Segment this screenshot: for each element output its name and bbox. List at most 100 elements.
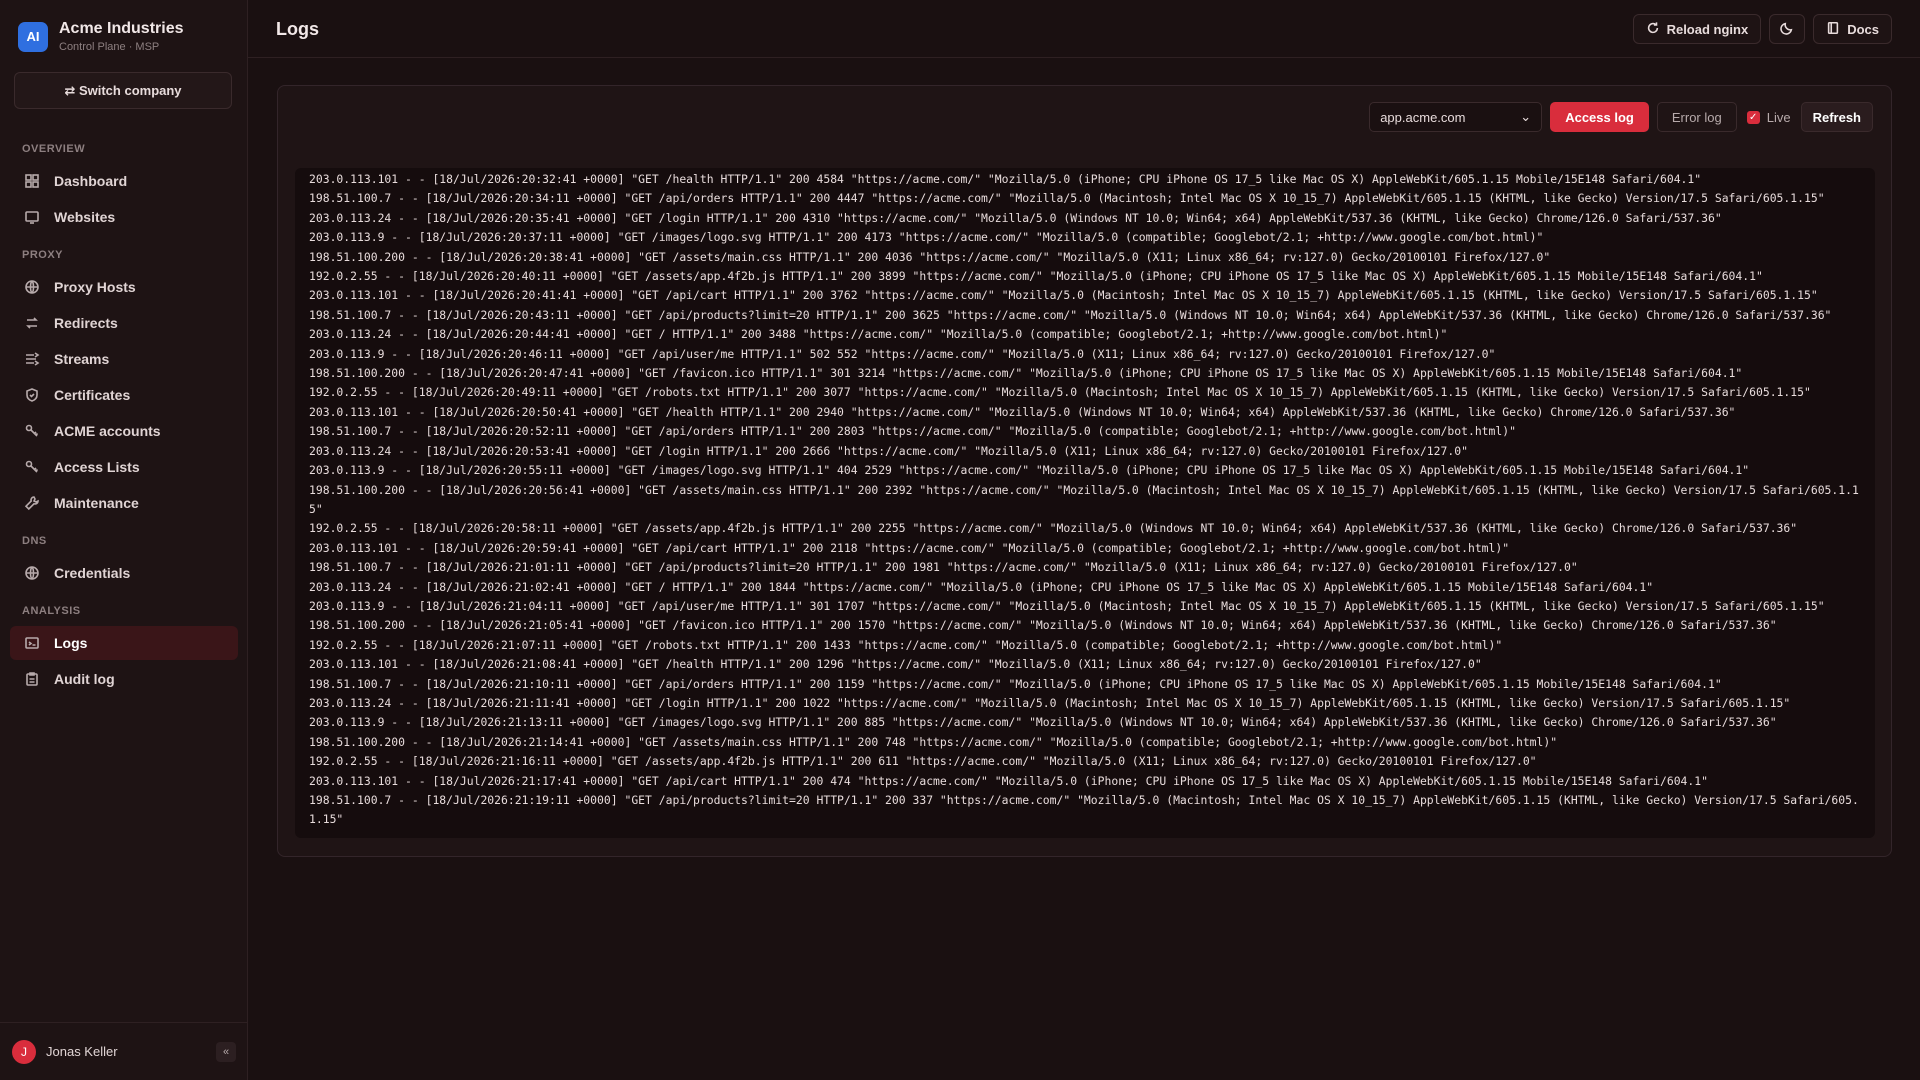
sidebar-item-label: Redirects — [54, 315, 118, 331]
sidebar-item-dashboard[interactable]: Dashboard — [10, 164, 238, 198]
sidebar-item-credentials[interactable]: Credentials — [10, 556, 238, 590]
log-line: 198.51.100.7 - - [18/Jul/2026:20:52:11 +… — [309, 424, 1516, 439]
log-line: 203.0.113.101 - - [18/Jul/2026:20:41:41 … — [309, 288, 1818, 303]
terminal-icon — [24, 635, 40, 651]
avatar: J — [12, 1039, 36, 1064]
brand: AI Acme Industries Control Plane · MSP — [18, 20, 183, 53]
log-line: 198.51.100.7 - - [18/Jul/2026:20:34:11 +… — [309, 191, 1825, 206]
log-line: 198.51.100.200 - - [18/Jul/2026:20:38:41… — [309, 249, 1551, 264]
theme-toggle-button[interactable] — [1769, 14, 1806, 44]
log-line: 203.0.113.101 - - [18/Jul/2026:21:08:41 … — [309, 657, 1482, 672]
sidebar-item-label: Certificates — [54, 387, 131, 403]
streams-icon — [24, 351, 40, 367]
sidebar-item-websites[interactable]: Websites — [10, 200, 238, 234]
log-line: 203.0.113.9 - - [18/Jul/2026:21:13:11 +0… — [309, 715, 1777, 730]
log-line: 192.0.2.55 - - [18/Jul/2026:21:07:11 +00… — [309, 637, 1503, 652]
log-line: 198.51.100.200 - - [18/Jul/2026:21:14:41… — [309, 734, 1558, 749]
sidebar-item-audit-log[interactable]: Audit log — [10, 662, 238, 696]
sidebar-item-label: Streams — [54, 351, 110, 367]
log-line: 203.0.113.101 - - [18/Jul/2026:20:50:41 … — [309, 404, 1736, 419]
top-actions: Reload nginx Docs — [1632, 14, 1892, 44]
sidebar-item-logs[interactable]: Logs — [10, 626, 238, 660]
sidebar-item-label: Logs — [54, 635, 88, 651]
company-name: Acme Industries — [59, 20, 184, 37]
log-line: 203.0.113.101 - - [18/Jul/2026:20:59:41 … — [309, 540, 1510, 555]
log-line: 203.0.113.9 - - [18/Jul/2026:20:37:11 +0… — [309, 230, 1544, 245]
site-select-value: app.acme.com — [1380, 109, 1466, 125]
websites-icon — [24, 209, 40, 225]
sidebar-item-maintenance[interactable]: Maintenance — [10, 486, 238, 520]
chevron-down-icon: ⌄ — [1520, 109, 1532, 124]
company-subtitle: Control Plane · MSP — [59, 41, 160, 53]
brand-text: Acme Industries Control Plane · MSP — [59, 20, 183, 53]
log-line: 192.0.2.55 - - [18/Jul/2026:20:58:11 +00… — [309, 521, 1798, 536]
user-name: Jonas Keller — [46, 1044, 118, 1059]
sidebar: AI Acme Industries Control Plane · MSP ⇄… — [0, 0, 248, 1080]
access-log-tab[interactable]: Access log — [1550, 102, 1649, 132]
sidebar-item-label: Proxy Hosts — [54, 279, 136, 295]
sidebar-item-proxy-hosts[interactable]: Proxy Hosts — [10, 270, 238, 304]
live-toggle[interactable]: ✓ Live — [1745, 110, 1793, 125]
sidebar-item-redirects[interactable]: Redirects — [10, 306, 238, 340]
sidebar-item-label: Access Lists — [54, 459, 140, 475]
sidebar-item-label: Dashboard — [54, 173, 128, 189]
sidebar-item-label: Maintenance — [54, 495, 139, 511]
log-line: 203.0.113.24 - - [18/Jul/2026:21:11:41 +… — [309, 695, 1791, 710]
docs-button[interactable]: Docs — [1813, 14, 1892, 44]
sidebar-item-acme-accounts[interactable]: ACME accounts — [10, 414, 238, 448]
refresh-button[interactable]: Refresh — [1800, 102, 1873, 132]
log-line: 198.51.100.7 - - [18/Jul/2026:21:19:11 +… — [309, 793, 1859, 827]
log-line: 198.51.100.200 - - [18/Jul/2026:20:56:41… — [309, 482, 1859, 516]
reload-nginx-label: Reload nginx — [1666, 21, 1749, 37]
moon-icon — [1780, 21, 1794, 38]
log-line: 198.51.100.7 - - [18/Jul/2026:21:01:11 +… — [309, 560, 1578, 575]
nav-section-dns: DNS — [22, 535, 47, 547]
log-line: 198.51.100.200 - - [18/Jul/2026:21:05:41… — [309, 618, 1777, 633]
nav-section-analysis: ANALYSIS — [22, 605, 81, 617]
log-line: 203.0.113.9 - - [18/Jul/2026:21:04:11 +0… — [309, 598, 1825, 613]
docs-label: Docs — [1847, 21, 1879, 37]
book-icon — [1826, 21, 1840, 38]
reload-nginx-button[interactable]: Reload nginx — [1632, 14, 1762, 44]
user-bar[interactable]: J Jonas Keller « — [0, 1022, 248, 1080]
shield-icon — [24, 387, 40, 403]
globe-icon — [24, 279, 40, 295]
log-line: 198.51.100.7 - - [18/Jul/2026:21:10:11 +… — [309, 676, 1722, 691]
nav-section-proxy: PROXY — [22, 249, 64, 261]
log-toolbar: app.acme.com ⌄ Access log Error log ✓ Li… — [1369, 102, 1873, 132]
log-line: 198.51.100.7 - - [18/Jul/2026:20:43:11 +… — [309, 307, 1832, 322]
sidebar-item-label: ACME accounts — [54, 423, 161, 439]
key-icon — [24, 459, 40, 475]
site-select[interactable]: app.acme.com ⌄ — [1369, 102, 1543, 132]
log-line: 203.0.113.9 - - [18/Jul/2026:20:55:11 +0… — [309, 463, 1750, 478]
collapse-sidebar-button[interactable]: « — [216, 1042, 236, 1062]
log-line: 198.51.100.200 - - [18/Jul/2026:20:47:41… — [309, 366, 1743, 381]
live-checkbox[interactable]: ✓ — [1746, 110, 1760, 124]
log-line: 203.0.113.24 - - [18/Jul/2026:20:53:41 +… — [309, 443, 1468, 458]
log-output[interactable]: 203.0.113.101 - - [18/Jul/2026:20:32:41 … — [295, 168, 1875, 838]
sidebar-item-label: Audit log — [54, 671, 115, 687]
sidebar-item-certificates[interactable]: Certificates — [10, 378, 238, 412]
live-label: Live — [1766, 109, 1791, 125]
log-line: 192.0.2.55 - - [18/Jul/2026:20:40:11 +00… — [309, 269, 1763, 284]
globe-icon — [24, 565, 40, 581]
sidebar-item-label: Websites — [54, 209, 116, 225]
log-line: 203.0.113.9 - - [18/Jul/2026:20:46:11 +0… — [309, 346, 1496, 361]
key-icon — [24, 423, 40, 439]
page-title: Logs — [276, 19, 319, 39]
log-line: 203.0.113.24 - - [18/Jul/2026:21:02:41 +… — [309, 579, 1654, 594]
log-line: 203.0.113.24 - - [18/Jul/2026:20:44:41 +… — [309, 327, 1448, 342]
log-line: 192.0.2.55 - - [18/Jul/2026:20:49:11 +00… — [309, 385, 1811, 400]
log-line: 203.0.113.24 - - [18/Jul/2026:20:35:41 +… — [309, 210, 1722, 225]
sidebar-item-access-lists[interactable]: Access Lists — [10, 450, 238, 484]
wrench-icon — [24, 495, 40, 511]
dashboard-icon — [24, 173, 40, 189]
logs-panel: app.acme.com ⌄ Access log Error log ✓ Li… — [277, 85, 1892, 857]
sidebar-item-streams[interactable]: Streams — [10, 342, 238, 376]
sidebar-nav: OVERVIEW Dashboard Websites PROXY Proxy Host… — [0, 136, 248, 698]
brand-logo: AI — [18, 21, 48, 52]
redirect-icon — [24, 315, 40, 331]
error-log-tab[interactable]: Error log — [1656, 102, 1737, 132]
switch-company-button[interactable]: ⇄ Switch company — [14, 72, 232, 109]
clipboard-icon — [24, 671, 40, 687]
